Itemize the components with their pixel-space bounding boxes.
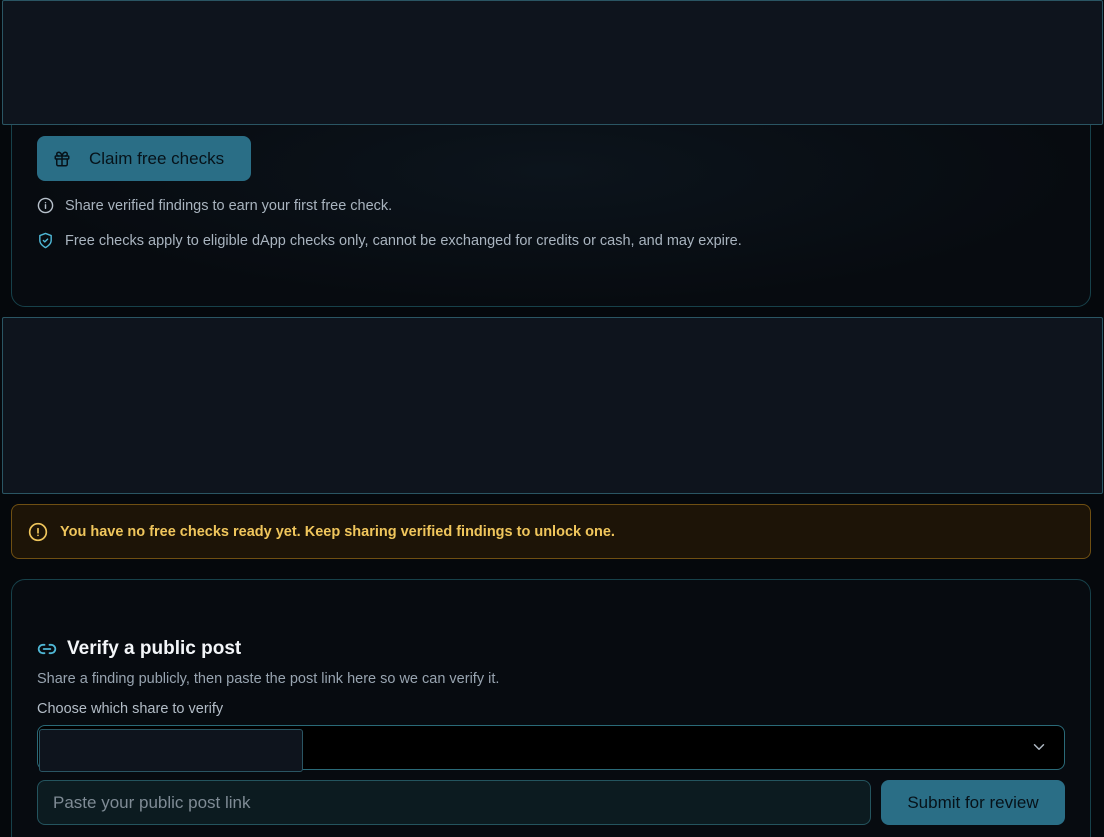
terms-text: Free checks apply to eligible dApp check…	[65, 232, 742, 249]
share-select-placeholder	[39, 729, 303, 772]
verify-title-row: Verify a public post	[37, 638, 241, 660]
claim-button-label: Claim free checks	[89, 148, 225, 168]
earn-info-line: Share verified findings to earn your fir…	[37, 197, 392, 214]
chevron-down-icon[interactable]	[1030, 738, 1048, 756]
loading-panel-middle	[2, 317, 1103, 494]
link-icon	[37, 639, 57, 659]
shield-check-icon	[37, 232, 54, 249]
terms-info-line: Free checks apply to eligible dApp check…	[37, 232, 742, 249]
no-free-checks-warning: You have no free checks ready yet. Keep …	[11, 504, 1091, 559]
earn-info-text: Share verified findings to earn your fir…	[65, 197, 393, 214]
submit-for-review-button[interactable]: Submit for review	[881, 780, 1065, 825]
gift-icon	[53, 150, 71, 168]
warning-text: You have no free checks ready yet. Keep …	[60, 523, 615, 540]
claim-free-checks-button[interactable]: Claim free checks	[37, 136, 251, 181]
share-select-label: Choose which share to verify	[37, 701, 224, 717]
info-icon	[37, 197, 54, 214]
loading-panel-top	[2, 0, 1103, 125]
post-link-input[interactable]	[37, 780, 871, 825]
verify-description: Share a finding publicly, then paste the…	[37, 671, 500, 687]
warning-circle-icon	[28, 522, 48, 542]
verify-title: Verify a public post	[67, 638, 242, 659]
